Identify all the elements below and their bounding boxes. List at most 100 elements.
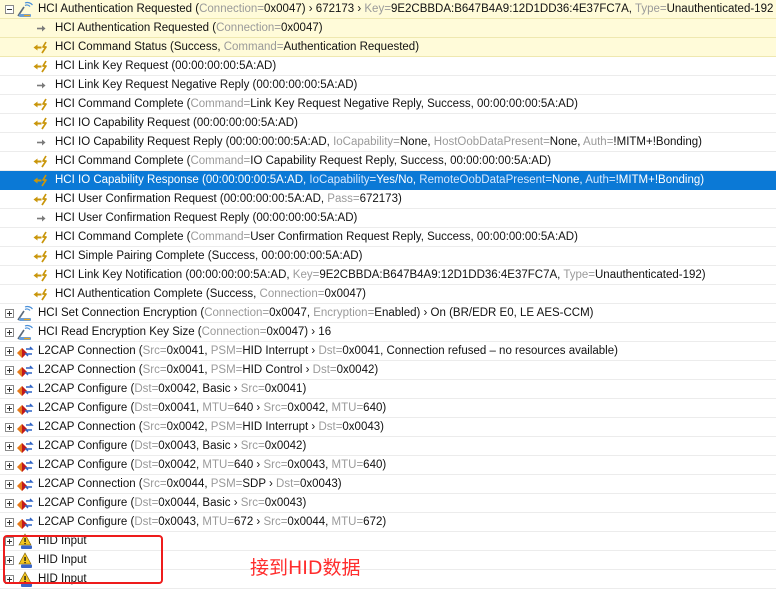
- l2cap-icon: [16, 495, 34, 512]
- packet-row[interactable]: HCI User Confirmation Request Reply (00:…: [0, 209, 776, 228]
- expand-toggle[interactable]: [5, 480, 14, 489]
- packet-row[interactable]: HCI Simple Pairing Complete (Success, 00…: [0, 247, 776, 266]
- packet-row[interactable]: HCI Link Key Request Negative Reply (00:…: [0, 76, 776, 95]
- field-key: Dst=: [134, 402, 159, 414]
- arrow-right-icon: [32, 77, 50, 94]
- packet-row[interactable]: L2CAP Configure (Dst=0x0044, Basic › Src…: [0, 494, 776, 513]
- field-key: Type=: [563, 269, 595, 281]
- packet-summary: HCI Authentication Requested (Connection…: [55, 19, 323, 38]
- field-key: HostOobDataPresent=: [433, 136, 550, 148]
- packet-row[interactable]: HCI Link Key Notification (00:00:00:00:5…: [0, 266, 776, 285]
- field-text: 0x0043): [264, 497, 307, 509]
- expand-toggle[interactable]: [5, 404, 14, 413]
- field-key: Dst=: [134, 440, 159, 452]
- field-text: HCI Simple Pairing Complete (Success, 00…: [55, 250, 363, 262]
- arrow-right-icon: [32, 20, 50, 37]
- field-key: MTU=: [202, 516, 235, 528]
- packet-summary: HCI User Confirmation Request (00:00:00:…: [55, 190, 402, 209]
- field-text: !MITM+!Bonding): [613, 136, 702, 148]
- arrow-right-icon: [32, 134, 50, 151]
- field-text: L2CAP Configure (: [38, 402, 135, 414]
- field-key: PSM=: [210, 345, 243, 357]
- expand-toggle[interactable]: [5, 366, 14, 375]
- expand-toggle[interactable]: [5, 385, 14, 394]
- packet-row[interactable]: L2CAP Configure (Dst=0x0042, Basic › Src…: [0, 380, 776, 399]
- field-key: Src=: [142, 421, 167, 433]
- field-text: 9E2CBBDA:B647B4A9:12D1DD36:4E37FC7A,: [319, 269, 564, 281]
- packet-summary: HCI Link Key Request Negative Reply (00:…: [55, 76, 357, 95]
- field-key: Command=: [190, 98, 251, 110]
- field-key: Type=: [634, 3, 667, 15]
- field-key: Src=: [263, 402, 288, 414]
- expand-toggle[interactable]: [5, 423, 14, 432]
- packet-row[interactable]: L2CAP Connection (Src=0x0042, PSM=HID In…: [0, 418, 776, 437]
- packet-row[interactable]: HCI Command Status (Success, Command=Aut…: [0, 38, 776, 57]
- field-text: 672173): [359, 193, 402, 205]
- expand-toggle[interactable]: [5, 499, 14, 508]
- field-text: 0x0043): [342, 421, 384, 433]
- field-text: Unauthenticated-192: [666, 3, 774, 15]
- expand-toggle[interactable]: [5, 442, 14, 451]
- field-key: MTU=: [331, 402, 364, 414]
- field-key: Dst=: [134, 516, 159, 528]
- field-text: HCI IO Capability Response (00:00:00:00:…: [55, 174, 310, 186]
- field-text: HCI IO Capability Request (00:00:00:00:5…: [55, 117, 298, 129]
- field-text: Link Key Request Negative Reply, Success…: [250, 98, 578, 110]
- packet-row[interactable]: HCI Read Encryption Key Size (Connection…: [0, 323, 776, 342]
- packet-summary: HCI Set Connection Encryption (Connectio…: [38, 304, 594, 323]
- expand-toggle[interactable]: [5, 328, 14, 337]
- annotation-caption: 接到HID数据: [250, 557, 361, 579]
- field-key: Src=: [142, 345, 167, 357]
- packet-row[interactable]: HCI Link Key Request (00:00:00:00:5A:AD): [0, 57, 776, 76]
- expand-toggle[interactable]: [5, 461, 14, 470]
- expand-toggle[interactable]: [5, 518, 14, 527]
- packet-row[interactable]: HCI Set Connection Encryption (Connectio…: [0, 304, 776, 323]
- field-key: Key=: [292, 269, 320, 281]
- packet-row-selected[interactable]: HCI IO Capability Response (00:00:00:00:…: [0, 171, 776, 190]
- expand-toggle[interactable]: [5, 309, 14, 318]
- packet-row[interactable]: HCI Authentication Requested (Connection…: [0, 0, 776, 19]
- packet-row[interactable]: HCI Authentication Complete (Success, Co…: [0, 285, 776, 304]
- packet-summary: L2CAP Configure (Dst=0x0042, MTU=640 › S…: [38, 456, 386, 475]
- field-key: MTU=: [331, 459, 364, 471]
- field-text: 0x0044,: [287, 516, 332, 528]
- field-text: SDP ›: [242, 478, 277, 490]
- field-key: Src=: [142, 478, 167, 490]
- field-text: !MITM+!Bonding): [615, 174, 705, 186]
- expand-toggle[interactable]: [5, 347, 14, 356]
- field-key: Src=: [263, 459, 288, 471]
- field-key: Key=: [364, 3, 391, 15]
- field-text: 0x0043,: [158, 516, 203, 528]
- field-text: HCI User Confirmation Request (00:00:00:…: [55, 193, 328, 205]
- packet-row[interactable]: L2CAP Configure (Dst=0x0043, MTU=672 › S…: [0, 513, 776, 532]
- field-key: Src=: [240, 383, 265, 395]
- packet-row[interactable]: L2CAP Configure (Dst=0x0043, Basic › Src…: [0, 437, 776, 456]
- field-key: Dst=: [318, 345, 343, 357]
- l2cap-icon: [16, 419, 34, 436]
- packet-row[interactable]: HCI Command Complete (Command=User Confi…: [0, 228, 776, 247]
- packet-row[interactable]: HCI Command Complete (Command=Link Key R…: [0, 95, 776, 114]
- packet-summary: HCI Authentication Requested (Connection…: [38, 0, 773, 19]
- hci-antenna-icon: [16, 305, 34, 322]
- packet-row[interactable]: HCI User Confirmation Request (00:00:00:…: [0, 190, 776, 209]
- packet-row[interactable]: HCI Command Complete (Command=IO Capabil…: [0, 152, 776, 171]
- packet-row[interactable]: HCI IO Capability Request (00:00:00:00:5…: [0, 114, 776, 133]
- field-key: Connection=: [199, 3, 265, 15]
- field-text: HCI Authentication Requested (: [55, 22, 217, 34]
- collapse-toggle[interactable]: [5, 5, 14, 14]
- event-arrow-left-icon: [32, 191, 50, 208]
- packet-row[interactable]: L2CAP Connection (Src=0x0044, PSM=SDP › …: [0, 475, 776, 494]
- field-text: 0x0044,: [166, 478, 211, 490]
- packet-row[interactable]: L2CAP Configure (Dst=0x0042, MTU=640 › S…: [0, 456, 776, 475]
- field-key: Connection=: [201, 326, 267, 338]
- packet-row[interactable]: L2CAP Connection (Src=0x0041, PSM=HID Co…: [0, 361, 776, 380]
- field-key: Dst=: [134, 459, 159, 471]
- field-text: HCI User Confirmation Request Reply (00:…: [55, 212, 358, 224]
- packet-row[interactable]: L2CAP Configure (Dst=0x0041, MTU=640 › S…: [0, 399, 776, 418]
- packet-row[interactable]: HCI IO Capability Request Reply (00:00:0…: [0, 133, 776, 152]
- packet-row[interactable]: L2CAP Connection (Src=0x0041, PSM=HID In…: [0, 342, 776, 361]
- packet-row[interactable]: HCI Authentication Requested (Connection…: [0, 19, 776, 38]
- field-key: Src=: [263, 516, 288, 528]
- field-text: 640 ›: [234, 402, 264, 414]
- field-key: Src=: [240, 440, 265, 452]
